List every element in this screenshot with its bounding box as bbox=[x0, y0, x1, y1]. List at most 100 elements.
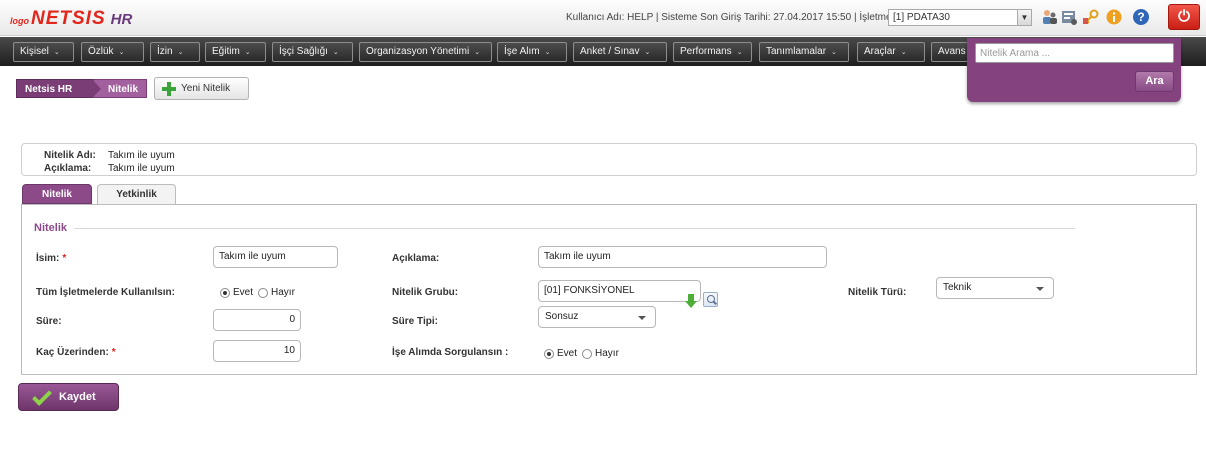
radio-label-hayir: Hayır bbox=[271, 287, 295, 298]
tum-isletmeler-label: Tüm İşletmelerde Kullanılsın: bbox=[36, 287, 175, 298]
sure-tipi-select[interactable]: Sonsuz bbox=[538, 306, 656, 328]
save-label: Kaydet bbox=[59, 391, 96, 403]
menu-item-egitim[interactable]: Eğitim ⌄ bbox=[205, 42, 266, 62]
search-icon[interactable] bbox=[703, 292, 718, 307]
radio-label-hayir: Hayır bbox=[595, 348, 619, 359]
svg-text:?: ? bbox=[1137, 10, 1144, 24]
arrow-down-icon[interactable] bbox=[685, 294, 697, 308]
menu-item-araclar[interactable]: Araçlar ⌄ bbox=[857, 42, 925, 62]
key-icon[interactable] bbox=[1082, 8, 1100, 26]
power-button[interactable]: ⏻ bbox=[1168, 4, 1200, 30]
summary-desc-value: Takım ile uyum bbox=[108, 163, 175, 174]
menu-item-kisisel[interactable]: Kişisel ⌄ bbox=[13, 42, 74, 62]
breadcrumb-current: Nitelik bbox=[93, 79, 147, 98]
tab-yetkinlik[interactable]: Yetkinlik bbox=[97, 184, 176, 204]
menu-item-label: Araçlar bbox=[864, 46, 896, 57]
menu-item-label: Kişisel bbox=[20, 46, 49, 57]
new-nitelik-button[interactable]: Yeni Nitelik bbox=[154, 77, 249, 100]
menu-item-label: Eğitim bbox=[212, 46, 240, 57]
summary-name-value: Takım ile uyum bbox=[108, 150, 175, 161]
nitelik-form: Nitelik İsim: * Takım ile uyum Açıklama: … bbox=[21, 204, 1197, 375]
chevron-down-icon: ⌄ bbox=[474, 49, 481, 56]
chevron-down-icon bbox=[1036, 287, 1044, 291]
section-divider bbox=[74, 228, 1075, 229]
company-select-value: [1] PDATA30 bbox=[893, 12, 950, 23]
aciklama-label: Açıklama: bbox=[392, 253, 440, 264]
tum-isletmeler-hayir-radio[interactable] bbox=[258, 287, 269, 298]
sure-label: Süre: bbox=[36, 316, 62, 327]
chevron-down-icon: ⌄ bbox=[644, 49, 651, 56]
summary-panel: Nitelik Adı: Takım ile uyum Açıklama: Ta… bbox=[21, 143, 1197, 176]
chevron-down-icon: ⌄ bbox=[736, 49, 743, 56]
menu-item-izin[interactable]: İzin ⌄ bbox=[150, 42, 200, 62]
nitelik-turu-label: Nitelik Türü: bbox=[848, 287, 907, 298]
sure-field[interactable]: 0 bbox=[213, 309, 301, 331]
chevron-down-icon: ⌄ bbox=[831, 49, 837, 56]
logo-suffix: HR bbox=[110, 11, 133, 28]
report-icon[interactable] bbox=[1060, 8, 1078, 26]
nitelik-grubu-label: Nitelik Grubu: bbox=[392, 287, 459, 298]
summary-desc-label: Açıklama: bbox=[44, 163, 92, 174]
menu-item-label: İşe Alım bbox=[504, 46, 540, 57]
help-icon[interactable]: ? bbox=[1132, 8, 1150, 26]
kac-uzerinden-field[interactable]: 10 bbox=[213, 340, 301, 362]
logo-name: NETSIS bbox=[31, 8, 106, 29]
section-title: Nitelik bbox=[34, 222, 68, 234]
menu-item-ise-alim[interactable]: İşe Alım ⌄ bbox=[497, 42, 567, 62]
chevron-down-icon: ▼ bbox=[1017, 10, 1031, 25]
breadcrumb-separator bbox=[92, 79, 101, 98]
check-icon bbox=[32, 386, 52, 406]
nitelik-turu-value: Teknik bbox=[943, 282, 972, 293]
chevron-down-icon bbox=[638, 316, 646, 320]
chevron-down-icon: ⌄ bbox=[177, 49, 184, 56]
menu-item-label: İşçi Sağlığı bbox=[279, 46, 328, 57]
chevron-down-icon: ⌄ bbox=[118, 49, 125, 56]
app-header: logo NETSIS HR Kullanıcı Adı: HELP | Sis… bbox=[0, 0, 1206, 36]
kac-uzerinden-label: Kaç Üzerinden: * bbox=[36, 347, 116, 358]
nitelik-turu-select[interactable]: Teknik bbox=[936, 277, 1054, 299]
sure-tipi-value: Sonsuz bbox=[545, 311, 579, 322]
aciklama-field[interactable]: Takım ile uyum bbox=[538, 246, 827, 268]
power-icon: ⏻ bbox=[1178, 8, 1190, 25]
menu-item-ozluk[interactable]: Özlük ⌄ bbox=[81, 42, 144, 62]
company-select[interactable]: [1] PDATA30 ▼ bbox=[888, 9, 1032, 26]
app-logo: logo NETSIS HR bbox=[10, 8, 132, 30]
ise-alim-evet-radio[interactable] bbox=[544, 348, 554, 359]
chevron-down-icon: ⌄ bbox=[544, 49, 551, 56]
save-button[interactable]: Kaydet bbox=[18, 383, 119, 411]
tab-nitelik[interactable]: Nitelik bbox=[22, 184, 92, 204]
tum-isletmeler-radio: Evet Hayır bbox=[220, 287, 295, 298]
sure-tipi-label: Süre Tipi: bbox=[392, 316, 438, 327]
radio-label-evet: Evet bbox=[557, 348, 578, 359]
menu-item-anket[interactable]: Anket / Sınav ⌄ bbox=[573, 42, 667, 62]
search-input[interactable] bbox=[975, 43, 1174, 63]
menu-item-label: İzin bbox=[157, 46, 173, 57]
new-nitelik-label: Yeni Nitelik bbox=[181, 83, 231, 94]
breadcrumb-root[interactable]: Netsis HR bbox=[16, 79, 93, 98]
menu-item-label: Özlük bbox=[88, 46, 114, 57]
search-button[interactable]: Ara bbox=[1135, 71, 1174, 92]
tum-isletmeler-evet-radio[interactable] bbox=[220, 287, 230, 298]
menu-item-label: Performans bbox=[680, 46, 732, 57]
chevron-down-icon: ⌄ bbox=[53, 49, 60, 56]
menu-item-organizasyon[interactable]: Organizasyon Yönetimi ⌄ bbox=[359, 42, 492, 62]
menu-item-performans[interactable]: Performans ⌄ bbox=[673, 42, 752, 62]
user-info: Kullanıcı Adı: HELP | Sisteme Son Giriş … bbox=[566, 12, 895, 23]
chevron-down-icon: ⌄ bbox=[244, 49, 251, 56]
users-icon[interactable] bbox=[1040, 8, 1058, 26]
menu-item-tanimlamalar[interactable]: Tanımlamalar ⌄ bbox=[759, 42, 849, 62]
ise-alim-radio: Evet Hayır bbox=[544, 348, 619, 359]
plus-icon bbox=[162, 82, 176, 96]
nitelik-grubu-field[interactable]: [01] FONKSİYONEL bbox=[538, 280, 701, 302]
ise-alim-hayir-radio[interactable] bbox=[582, 348, 593, 359]
menu-item-isci-sagligi[interactable]: İşçi Sağlığı ⌄ bbox=[272, 42, 353, 62]
logo-prefix: logo bbox=[10, 16, 29, 26]
menu-item-label: Tanımlamalar bbox=[766, 46, 827, 57]
menu-item-label: Organizasyon Yönetimi bbox=[366, 46, 470, 57]
search-popup: Ara bbox=[967, 38, 1181, 102]
menu-item-label: Anket / Sınav bbox=[580, 46, 640, 57]
info-icon[interactable] bbox=[1105, 8, 1123, 26]
chevron-down-icon: ⌄ bbox=[900, 49, 907, 56]
isim-field[interactable]: Takım ile uyum bbox=[213, 246, 338, 268]
summary-name-label: Nitelik Adı: bbox=[44, 150, 96, 161]
